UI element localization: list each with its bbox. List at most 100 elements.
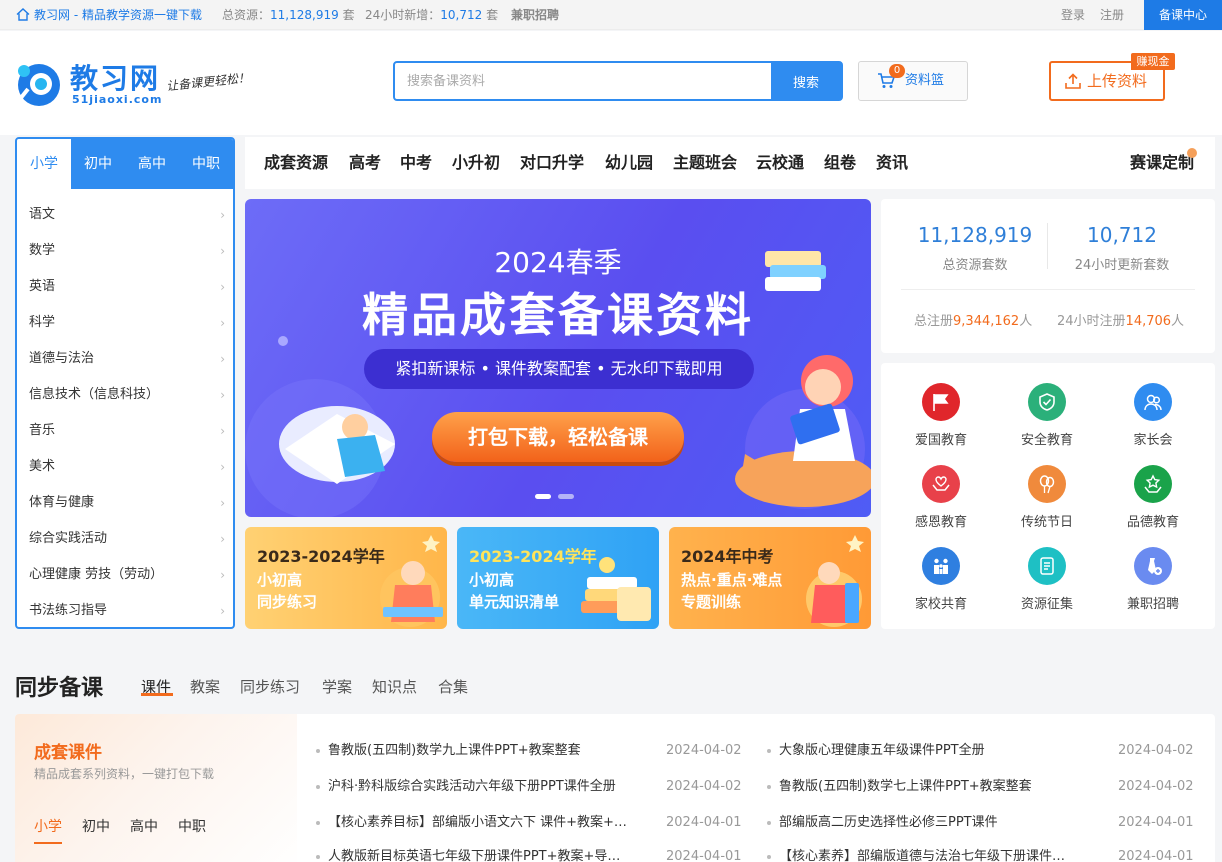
sync-section-title: 同步备课 xyxy=(15,676,104,701)
subject-item-morality[interactable]: 道德与法治 › xyxy=(29,341,225,377)
topic-home-school[interactable]: 家校共育 xyxy=(891,547,991,617)
site-logo[interactable]: 教习网 51jiaoxi.com 让备课更轻松！ xyxy=(14,57,284,113)
promo-card-knowledge[interactable]: 2023-2024学年 小初高 单元知识清单 xyxy=(457,527,659,629)
search-input[interactable] xyxy=(395,63,773,99)
login-link[interactable]: 登录 xyxy=(1061,0,1085,30)
promo-sub: 小初高 同步练习 xyxy=(257,571,318,611)
topic-morality[interactable]: 品德教育 xyxy=(1103,465,1203,535)
nav-item-news[interactable]: 资讯 xyxy=(876,137,908,189)
topic-gratitude[interactable]: 感恩教育 xyxy=(891,465,991,535)
card-tab-vocational[interactable]: 中职 xyxy=(178,816,206,836)
stage-tab-junior[interactable]: 初中 xyxy=(71,139,125,189)
topic-patriotic[interactable]: 爱国教育 xyxy=(891,383,991,453)
item-date: 2024-04-02 xyxy=(666,743,742,758)
card-tab-indicator xyxy=(34,842,62,844)
subject-item-it[interactable]: 信息技术（信息科技） › xyxy=(29,377,225,413)
subject-item-practice[interactable]: 综合实践活动 › xyxy=(29,521,225,557)
list-item[interactable]: 大象版心理健康五年级课件PPT全册 xyxy=(767,741,985,761)
subject-item-calligraphy[interactable]: 书法练习指导 › xyxy=(29,593,225,627)
home-link[interactable]: 教习网 - 精品教学资源一键下载 xyxy=(16,0,202,30)
sync-tab-collection[interactable]: 合集 xyxy=(438,676,468,697)
bullet xyxy=(767,821,771,825)
top-bar: 教习网 - 精品教学资源一键下载 总资源：11,128,919 套 24小时新增… xyxy=(0,0,1222,30)
course-center-button[interactable]: 备课中心 xyxy=(1144,0,1222,30)
item-date: 2024-04-01 xyxy=(1118,849,1194,862)
sync-tab-lesson-plan[interactable]: 教案 xyxy=(190,676,220,697)
nav-item-custom[interactable]: 赛课定制 xyxy=(1130,137,1194,189)
list-item[interactable]: 部编版高二历史选择性必修三PPT课件 xyxy=(767,813,998,833)
item-title: 人教版新目标英语七年级下册课件PPT+教案+导… xyxy=(328,849,621,862)
stage-tab-vocational[interactable]: 中职 xyxy=(179,139,233,189)
new-resources: 24小时新增：10,712 套 xyxy=(365,0,498,30)
nav-item-zhongkao[interactable]: 中考 xyxy=(400,137,432,189)
topic-resource-collection[interactable]: 资源征集 xyxy=(997,547,1097,617)
banner-cta-button[interactable]: 打包下载，轻松备课 xyxy=(432,412,684,462)
subject-item-chinese[interactable]: 语文 › xyxy=(29,197,225,233)
search-button[interactable]: 搜索 xyxy=(771,63,841,99)
topic-festivals[interactable]: 传统节日 xyxy=(997,465,1097,535)
carousel-dot[interactable] xyxy=(558,494,574,499)
nav-item-class-meeting[interactable]: 主题班会 xyxy=(673,137,737,189)
reg-new-value: 14,706 xyxy=(1125,314,1172,329)
stage-tab-senior[interactable]: 高中 xyxy=(125,139,179,189)
topic-label: 安全教育 xyxy=(1020,433,1073,448)
subject-label: 信息技术（信息科技） xyxy=(29,387,160,402)
nav-item-gaokao[interactable]: 高考 xyxy=(349,137,381,189)
topic-parttime-jobs[interactable]: 兼职招聘 xyxy=(1103,547,1203,617)
subject-item-math[interactable]: 数学 › xyxy=(29,233,225,269)
stat-registered-new: 24小时注册14,706人 xyxy=(1057,310,1184,329)
list-item[interactable]: 鲁教版(五四制)数学七上课件PPT+教案整套 xyxy=(767,777,1032,797)
promo-card-practice[interactable]: 2023-2024学年 小初高 同步练习 xyxy=(245,527,447,629)
basket-button[interactable]: 0 资料篮 xyxy=(858,61,968,101)
list-item[interactable]: 人教版新目标英语七年级下册课件PPT+教案+导… xyxy=(316,847,620,862)
card-tab-primary[interactable]: 小学 xyxy=(34,816,62,836)
subject-item-science[interactable]: 科学 › xyxy=(29,305,225,341)
list-item[interactable]: 【核心素养目标】部编版小语文六下 课件+教案+… xyxy=(316,813,627,833)
sync-tab-knowledge[interactable]: 知识点 xyxy=(372,676,417,697)
subject-item-english[interactable]: 英语 › xyxy=(29,269,225,305)
topic-safety[interactable]: 安全教育 xyxy=(997,383,1097,453)
stage-tab-primary[interactable]: 小学 xyxy=(17,139,71,189)
new-value: 10,712 xyxy=(440,8,483,22)
nav-item-duikou[interactable]: 对口升学 xyxy=(520,137,584,189)
register-link[interactable]: 注册 xyxy=(1100,0,1124,30)
subject-label: 道德与法治 xyxy=(29,351,95,366)
nav-item-cloud-school[interactable]: 云校通 xyxy=(756,137,804,189)
main-nav: 成套资源 高考 中考 小升初 对口升学 幼儿园 主题班会 云校通 组卷 资讯 赛… xyxy=(245,137,1215,189)
nav-item-paper-builder[interactable]: 组卷 xyxy=(824,137,856,189)
card-tab-senior[interactable]: 高中 xyxy=(130,816,158,836)
sync-tab-practice[interactable]: 同步练习 xyxy=(240,676,300,697)
reg-total-value: 9,344,162 xyxy=(953,314,1020,329)
nav-item-kindergarten[interactable]: 幼儿园 xyxy=(605,137,653,189)
people-icon xyxy=(1134,383,1172,421)
nav-item-xiaoshengchu[interactable]: 小升初 xyxy=(452,137,500,189)
subject-item-pe[interactable]: 体育与健康 › xyxy=(29,485,225,521)
carousel-dot-active[interactable] xyxy=(535,494,551,499)
card-tab-junior[interactable]: 初中 xyxy=(82,816,110,836)
list-item[interactable]: 【核心素养】部编版道德与法治七年级下册课件… xyxy=(767,847,1065,862)
parttime-link[interactable]: 兼职招聘 xyxy=(511,0,559,30)
promo-card-zhongkao[interactable]: 2024年中考 热点·重点·难点 专题训练 xyxy=(669,527,871,629)
subject-item-music[interactable]: 音乐 › xyxy=(29,413,225,449)
chevron-right-icon: › xyxy=(220,460,225,474)
topic-parents-meeting[interactable]: 家长会 xyxy=(1103,383,1203,453)
stage-tabs: 小学 初中 高中 中职 xyxy=(17,139,233,189)
list-item[interactable]: 沪科·黔科版综合实践活动六年级下册PPT课件全册 xyxy=(316,777,616,797)
subject-label: 科学 xyxy=(29,315,56,330)
banner-season: 2024春季 xyxy=(494,246,622,279)
document-icon xyxy=(1028,547,1066,585)
sync-tab-indicator xyxy=(141,693,173,696)
subject-item-art[interactable]: 美术 › xyxy=(29,449,225,485)
hero-banner[interactable]: 2024春季 精品成套备课资料 紧扣新课标 • 课件教案配套 • 无水印下载即用… xyxy=(245,199,871,517)
chevron-right-icon: › xyxy=(220,388,225,402)
nav-item-sets[interactable]: 成套资源 xyxy=(264,137,328,189)
item-date: 2024-04-02 xyxy=(1118,779,1194,794)
chevron-right-icon: › xyxy=(220,352,225,366)
list-item[interactable]: 鲁教版(五四制)数学九上课件PPT+教案整套 xyxy=(316,741,581,761)
earn-cash-badge: 赚现金 xyxy=(1131,53,1175,70)
subject-label: 书法练习指导 xyxy=(29,603,108,618)
subject-item-psychology[interactable]: 心理健康 劳技（劳动） › xyxy=(29,557,225,593)
sync-tab-study-guide[interactable]: 学案 xyxy=(322,676,352,697)
bullet xyxy=(316,821,320,825)
item-title: 【核心素养】部编版道德与法治七年级下册课件… xyxy=(779,849,1066,862)
